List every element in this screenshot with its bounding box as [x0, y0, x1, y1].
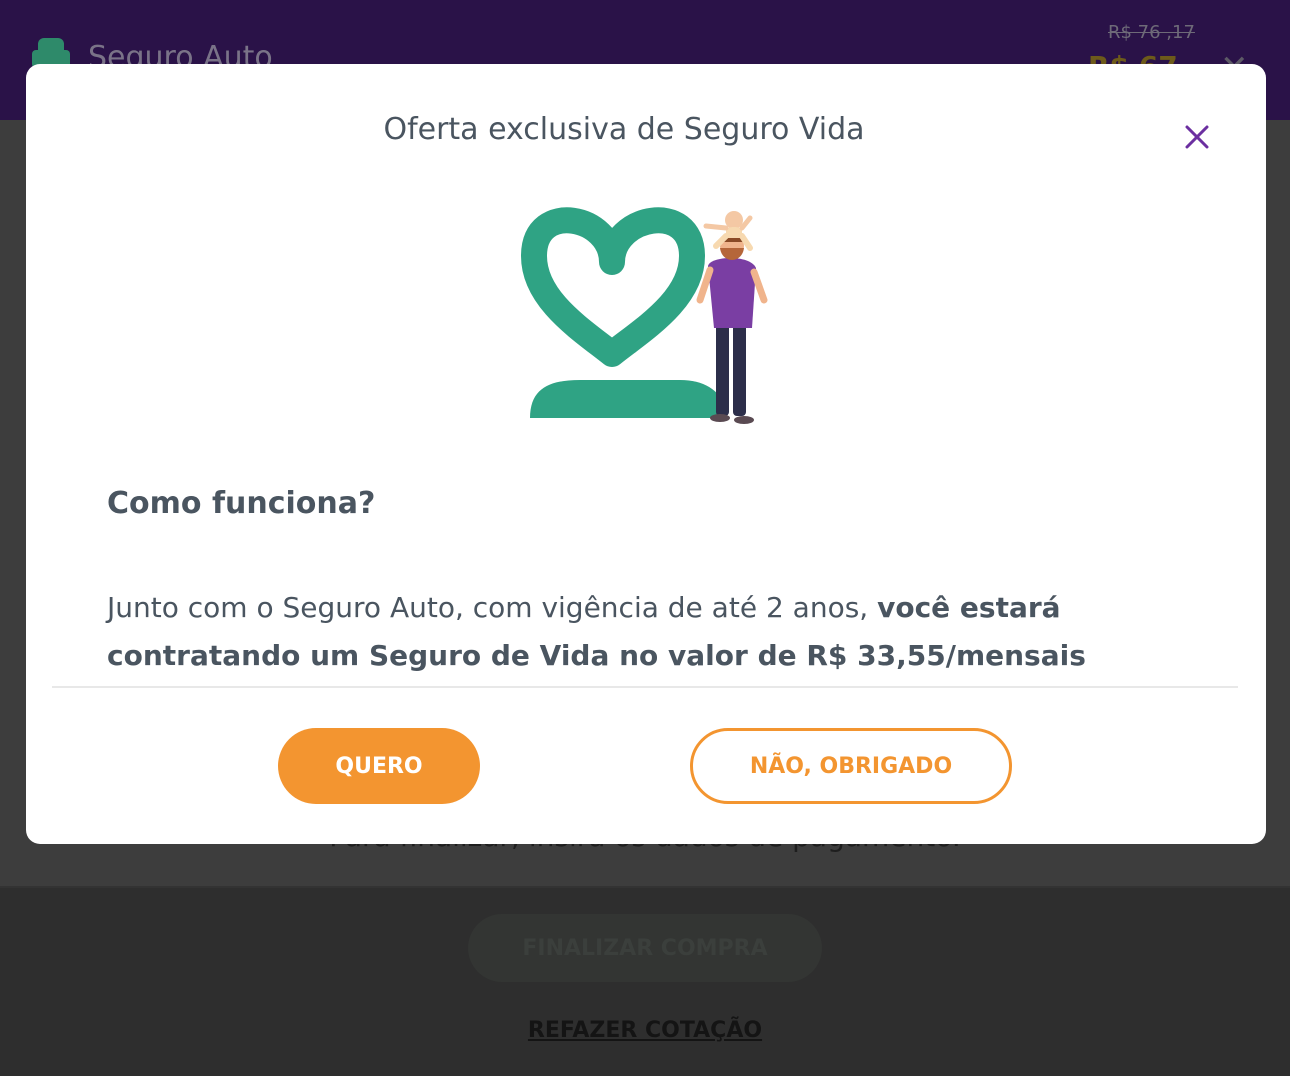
modal-title: Oferta exclusiva de Seguro Vida: [383, 112, 865, 147]
close-icon[interactable]: [1178, 118, 1216, 156]
finalize-purchase-button[interactable]: FINALIZAR COMPRA: [468, 914, 822, 982]
description-regular: Junto com o Seguro Auto, com vigência de…: [107, 591, 878, 624]
offer-description: Junto com o Seguro Auto, com vigência de…: [107, 584, 1147, 686]
accept-button[interactable]: QUERO: [278, 728, 480, 804]
offer-description-scroll[interactable]: Como funciona? Junto com o Seguro Auto, …: [26, 470, 1266, 686]
decline-button[interactable]: NÃO, OBRIGADO: [690, 728, 1012, 804]
life-insurance-offer-modal: Oferta exclusiva de Seguro Vida Como fun…: [26, 64, 1266, 844]
old-price: R$ 76 ,17: [1108, 22, 1195, 43]
section-heading: Como funciona?: [107, 486, 376, 521]
redo-quote-link[interactable]: REFAZER COTAÇÃO: [0, 1018, 1290, 1043]
heart-family-illustration: [520, 204, 780, 434]
modal-divider: [52, 686, 1238, 688]
